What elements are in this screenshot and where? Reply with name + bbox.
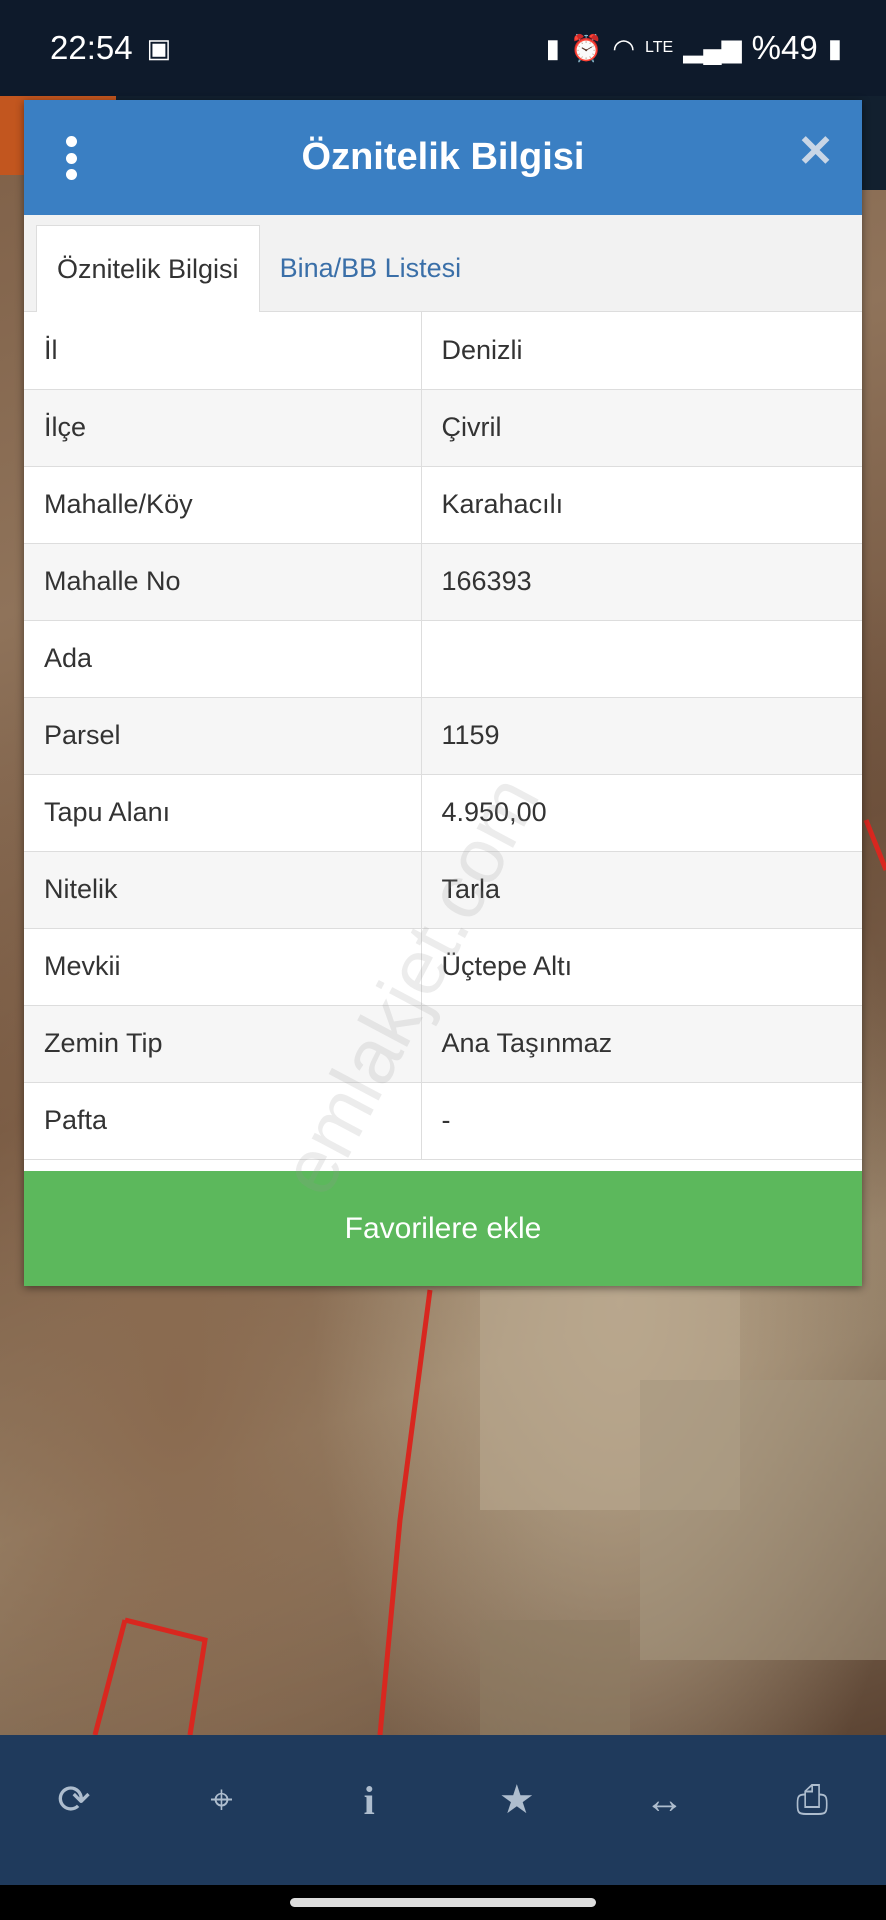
attribute-value: Üçtepe Altı <box>421 928 862 1006</box>
battery-icon: ▮ <box>827 33 842 63</box>
attribute-value: - <box>421 1082 862 1160</box>
parcel-boundary-polygon <box>124 1617 208 1735</box>
table-row: İl Denizli <box>24 312 862 390</box>
close-icon[interactable]: ✕ <box>797 130 834 174</box>
attribute-value: Karahacılı <box>421 466 862 544</box>
volte-icon: LTE <box>645 39 674 56</box>
table-row: Parsel 1159 <box>24 697 862 775</box>
table-row: İlçe Çivril <box>24 389 862 467</box>
battery-saver-icon: ▮ <box>545 33 560 63</box>
status-bar: 22:54 ▣ ▮ ⏰ ◠ LTE ▂▄▆ %49 ▮ <box>0 0 886 96</box>
locate-icon[interactable]: ⌖ <box>181 1778 261 1823</box>
attribute-key: Tapu Alanı <box>24 774 422 852</box>
battery-level: %49 <box>751 29 818 66</box>
attribute-table: İl Denizli İlçe Çivril Mahalle/Köy Karahacılı… <box>24 312 862 1160</box>
attribute-value: Ana Taşınmaz <box>421 1005 862 1083</box>
attribute-key: Mahalle No <box>24 543 422 621</box>
attribute-value: 166393 <box>421 543 862 621</box>
alarm-icon: ⏰ <box>569 33 603 63</box>
wifi-icon: ◠ <box>612 33 636 63</box>
image-icon: ▣ <box>146 33 172 63</box>
attribute-value <box>421 620 862 698</box>
add-favorites-button[interactable]: Favorilere ekle <box>24 1171 862 1286</box>
dialog-title: Öznitelik Bilgisi <box>301 136 585 178</box>
attribute-value: Çivril <box>421 389 862 467</box>
clock: 22:54 <box>50 29 133 66</box>
attribute-key: Mahalle/Köy <box>24 466 422 544</box>
table-row: Pafta - <box>24 1082 862 1160</box>
bottom-toolbar: ⟳ ⌖ i ★ ↔ ⎙ <box>0 1735 886 1885</box>
measure-icon[interactable]: ↔ <box>624 1778 704 1823</box>
attribute-value: 1159 <box>421 697 862 775</box>
dialog-header: Öznitelik Bilgisi ✕ <box>24 100 862 215</box>
attribute-key: İlçe <box>24 389 422 467</box>
attribute-key: Nitelik <box>24 851 422 929</box>
tab-attribute-info[interactable]: Öznitelik Bilgisi <box>36 225 260 312</box>
attribute-value: Denizli <box>421 312 862 390</box>
table-row: Ada <box>24 620 862 698</box>
tab-bar: Öznitelik Bilgisi Bina/BB Listesi <box>24 215 862 312</box>
attribute-key: Parsel <box>24 697 422 775</box>
attribute-dialog: Öznitelik Bilgisi ✕ Öznitelik Bilgisi Bi… <box>24 100 862 1286</box>
refresh-icon[interactable]: ⟳ <box>34 1777 114 1823</box>
table-row: Mahalle No 166393 <box>24 543 862 621</box>
info-icon[interactable]: i <box>329 1777 409 1824</box>
attribute-key: Ada <box>24 620 422 698</box>
star-icon[interactable]: ★ <box>477 1777 557 1823</box>
tab-building-list[interactable]: Bina/BB Listesi <box>260 225 482 311</box>
attribute-key: İl <box>24 312 422 390</box>
more-vertical-icon[interactable] <box>64 136 78 180</box>
print-icon[interactable]: ⎙ <box>772 1778 852 1823</box>
parcel-boundary-line <box>377 1289 433 1735</box>
table-row: Mahalle/Köy Karahacılı <box>24 466 862 544</box>
home-indicator[interactable] <box>290 1898 596 1907</box>
signal-icon: ▂▄▆ <box>683 33 742 63</box>
